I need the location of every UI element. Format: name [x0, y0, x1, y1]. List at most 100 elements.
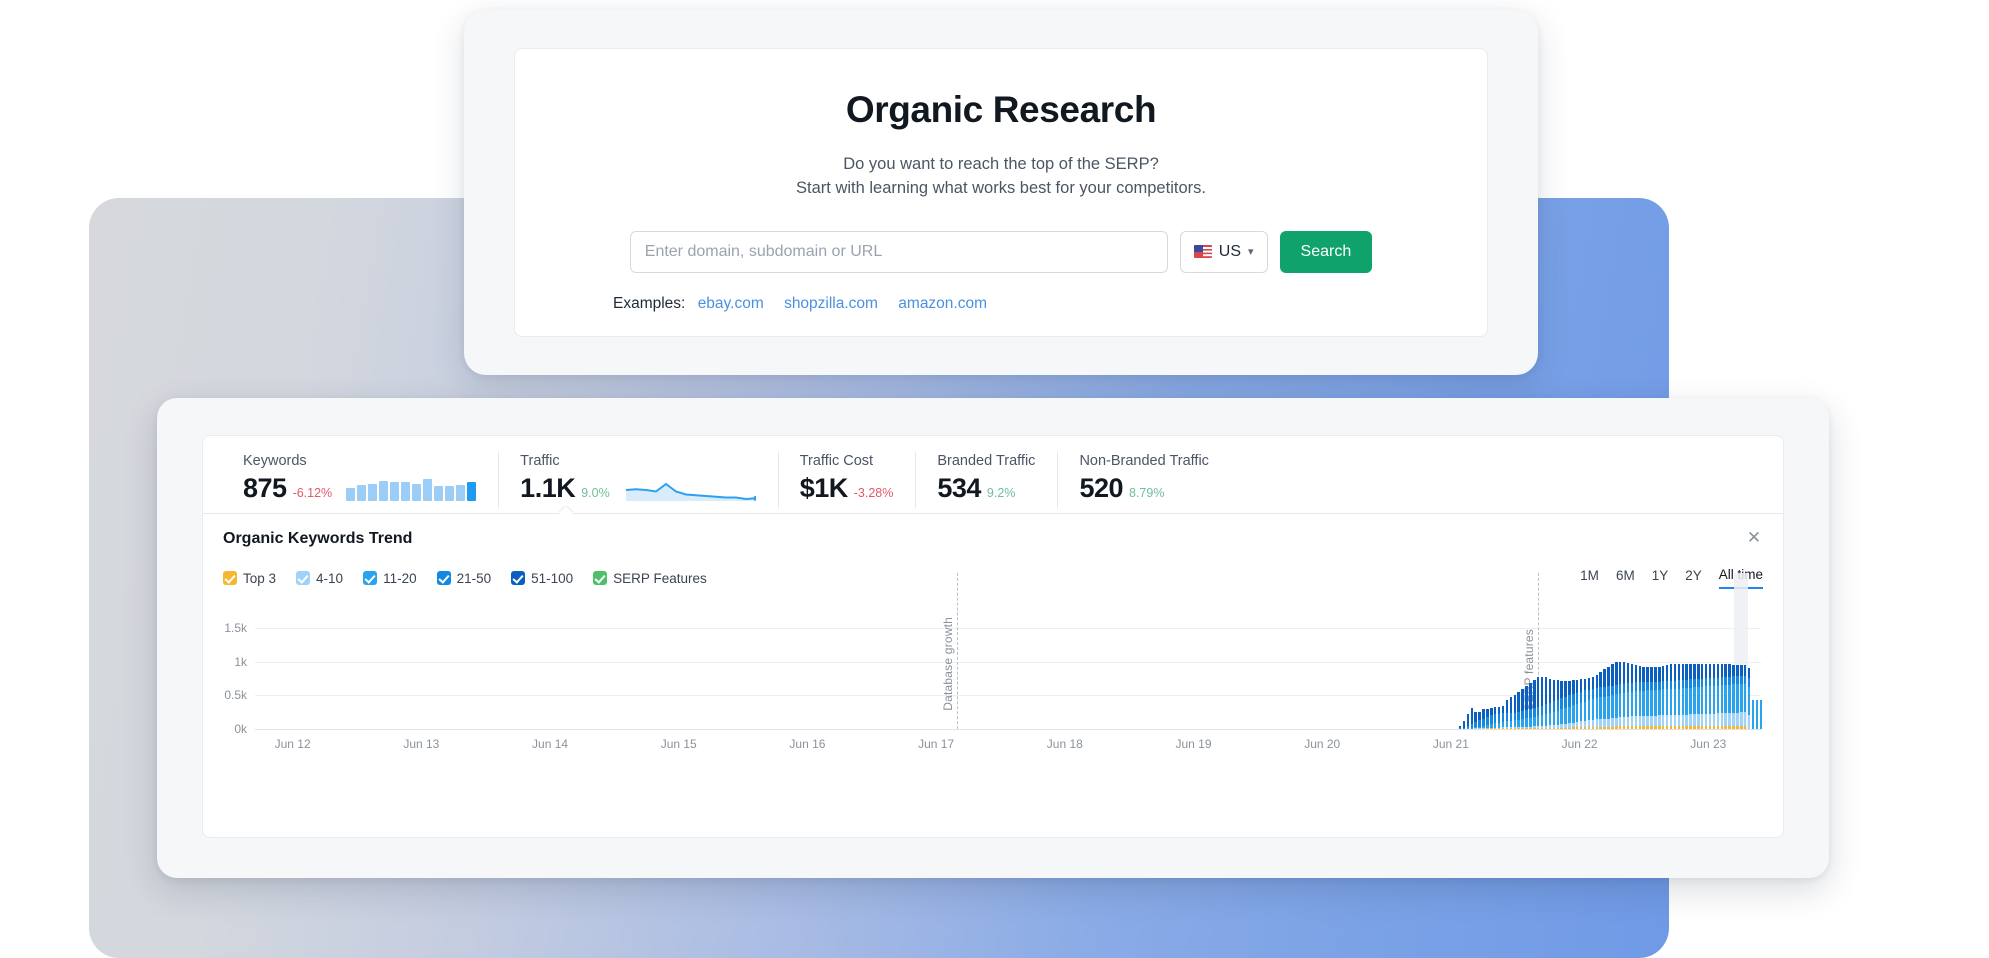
legend-item-11-20[interactable]: 11-20	[363, 571, 417, 586]
bar-segment	[1677, 688, 1681, 715]
close-icon[interactable]: ✕	[1745, 529, 1763, 547]
bar-segment	[1579, 691, 1583, 703]
country-selector[interactable]: US ▾	[1179, 230, 1268, 273]
bar-segment	[1474, 711, 1477, 722]
legend-item-top-3[interactable]: Top 3	[223, 571, 276, 586]
keywords-sparkline	[346, 479, 477, 502]
y-tick-label: 1.5k	[224, 620, 247, 635]
legend-label: 21-50	[456, 570, 492, 586]
stacked-bar	[1533, 680, 1536, 729]
bar-segment	[1712, 686, 1716, 714]
bar-segment	[1654, 681, 1657, 690]
bar-segment	[1720, 685, 1723, 714]
country-code-label: US	[1218, 242, 1241, 260]
checkbox-icon[interactable]	[296, 571, 311, 585]
stacked-bar	[1638, 666, 1641, 729]
bar-segment	[1681, 714, 1684, 727]
bar-segment	[1701, 725, 1704, 729]
bar-segment	[1466, 713, 1470, 726]
bar-segment	[1720, 725, 1723, 729]
annotation-label: Database growth	[940, 617, 955, 711]
stacked-bar	[1630, 663, 1634, 729]
y-tick-label: 0.5k	[224, 688, 247, 703]
domain-search-input[interactable]	[629, 230, 1168, 273]
bar-segment	[1658, 715, 1661, 726]
bar-segment	[1685, 687, 1688, 715]
bar-segment	[1642, 666, 1645, 683]
stacked-bar	[1712, 664, 1716, 729]
bar-segment	[1490, 728, 1493, 729]
bar-segment	[1740, 664, 1743, 676]
bar-segment	[1747, 686, 1751, 716]
bar-segment	[1665, 715, 1669, 727]
metric-traffic-cost[interactable]: Traffic Cost $1K -3.28%	[777, 452, 916, 508]
bar-segment	[1681, 663, 1684, 681]
legend-item-21-50[interactable]: 21-50	[436, 570, 492, 586]
range-1y[interactable]: 1Y	[1652, 568, 1669, 588]
metric-delta: -3.28%	[853, 485, 894, 500]
metric-non-branded-traffic[interactable]: Non-Branded Traffic 520 8.79%	[1057, 452, 1231, 508]
stacked-bar	[1599, 671, 1602, 729]
bar-segment	[1689, 679, 1692, 688]
bar-segment	[1704, 678, 1708, 687]
bar-segment	[1615, 717, 1618, 727]
bar-segment	[1661, 715, 1665, 726]
legend-item-serp-features[interactable]: SERP Features	[593, 571, 707, 586]
bar-segment	[1626, 662, 1630, 684]
bar-segment	[1490, 707, 1493, 716]
example-link-3[interactable]: amazon.com	[898, 295, 987, 312]
bar-segment	[1677, 663, 1681, 681]
bar-segment	[1579, 702, 1583, 722]
search-button[interactable]: Search	[1279, 230, 1373, 273]
bar-segment	[1501, 705, 1505, 714]
bar-segment	[1716, 713, 1720, 726]
bar-segment	[1529, 728, 1532, 729]
range-6m[interactable]: 6M	[1616, 568, 1635, 588]
range-1m[interactable]: 1M	[1580, 568, 1599, 588]
bar-segment	[1536, 707, 1540, 717]
bar-segment	[1728, 712, 1731, 726]
metric-traffic[interactable]: Traffic 1.1K 9.0%	[498, 452, 778, 508]
bar-segment	[1595, 726, 1598, 729]
bar-segment	[1697, 678, 1700, 687]
bar-segment	[1693, 679, 1696, 688]
bar-segment	[1669, 715, 1673, 727]
y-tick-label: 0k	[234, 722, 247, 736]
bar-segment	[1564, 708, 1567, 724]
bar-segment	[1755, 699, 1759, 729]
bar-segment	[1744, 683, 1747, 713]
bar-segment	[1669, 680, 1673, 689]
bar-segment	[1728, 725, 1731, 729]
bar-segment	[1525, 710, 1528, 719]
metric-branded-traffic[interactable]: Branded Traffic 534 9.2%	[915, 452, 1057, 508]
bar-segment	[1556, 727, 1559, 729]
checkbox-icon[interactable]	[223, 571, 237, 585]
checkbox-icon[interactable]	[363, 571, 378, 585]
example-link-2[interactable]: shopzilla.com	[784, 295, 878, 312]
checkbox-icon[interactable]	[593, 571, 608, 585]
range-2y[interactable]: 2Y	[1685, 568, 1702, 588]
bar-segment	[1501, 728, 1505, 729]
stacked-bar	[1587, 678, 1591, 729]
checkbox-icon[interactable]	[511, 571, 526, 585]
checkbox-icon[interactable]	[436, 571, 451, 585]
bar-segment	[1552, 679, 1556, 702]
bar-segment	[1583, 726, 1587, 729]
bar-segment	[1701, 664, 1704, 679]
legend-item-4-10[interactable]: 4-10	[296, 571, 343, 586]
legend-item-51-100[interactable]: 51-100	[511, 571, 573, 586]
bar-segment	[1595, 698, 1598, 720]
bar-segment	[1525, 718, 1528, 727]
bar-segment	[1708, 726, 1712, 729]
bar-segment	[1568, 706, 1571, 724]
x-tick-label: Jun 17	[918, 737, 955, 751]
example-link-1[interactable]: ebay.com	[698, 295, 764, 312]
metric-value-row: 520 8.79%	[1079, 475, 1209, 502]
bar-segment	[1685, 714, 1688, 727]
bar-segment	[1517, 711, 1520, 720]
metric-keywords[interactable]: Keywords 875 -6.12%	[221, 453, 498, 502]
bar-segment	[1681, 726, 1684, 729]
bar-segment	[1728, 664, 1731, 677]
stacked-bar	[1536, 676, 1540, 729]
bar-segment	[1744, 664, 1747, 676]
